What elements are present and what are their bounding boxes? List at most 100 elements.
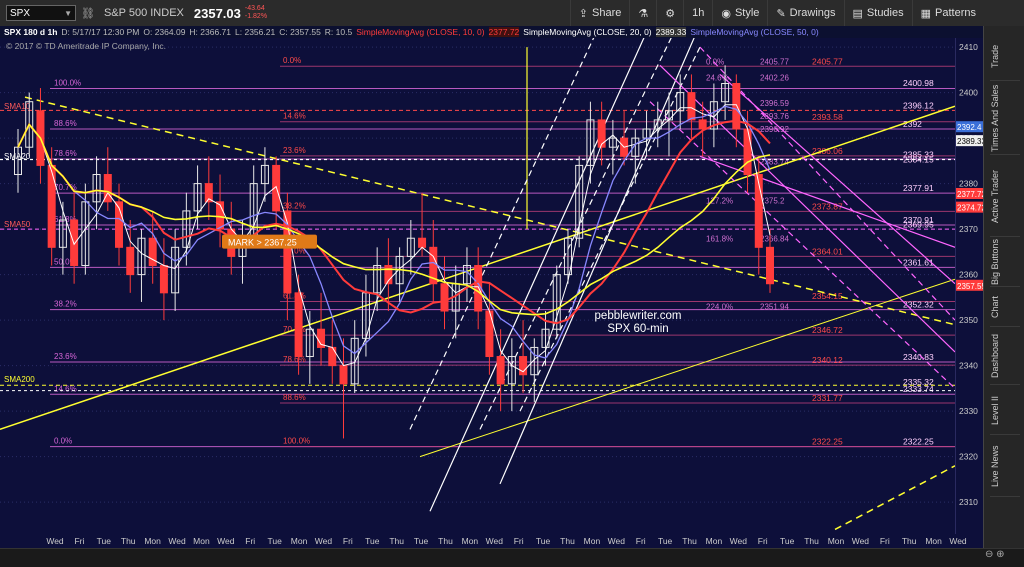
- symbol-description: S&P 500 INDEX: [103, 7, 184, 19]
- fib-value-pink: 2400.98: [903, 78, 934, 88]
- time-tick-label: Mon: [925, 536, 942, 546]
- price-axis-svg: 2310232023302340235023602370238023902400…: [956, 42, 986, 507]
- time-tick-label: Mon: [828, 536, 845, 546]
- annotation-text: pebblewriter.com: [595, 310, 682, 322]
- ma200-line: [17, 123, 771, 316]
- fib-value-red: 2354.15: [812, 291, 843, 301]
- sidebar-tab-dashboard[interactable]: Dashboard: [990, 328, 1020, 385]
- patterns-icon: ▦: [920, 7, 932, 20]
- price-axis[interactable]: 2310232023302340235023602370238023902400…: [955, 38, 986, 548]
- price-tick-label: 2310: [959, 497, 978, 507]
- candle-body: [687, 92, 696, 121]
- chevron-down-icon: ▼: [64, 8, 72, 18]
- time-tick-label: Wed: [949, 536, 967, 546]
- candle-body: [440, 283, 449, 312]
- price-marker-label: 2377.72: [957, 190, 984, 199]
- price-marker-label: 2357.55: [957, 282, 984, 291]
- sidebar-tab-level-ii[interactable]: Level II: [990, 386, 1020, 435]
- patterns-button[interactable]: ▦ Patterns: [911, 0, 984, 26]
- chart-info-bar: SPX 180 d 1h D: 5/17/17 12:30 PM O: 2364…: [0, 26, 983, 38]
- fib-value-red: 2364.01: [812, 246, 843, 256]
- patterns-label: Patterns: [935, 7, 976, 19]
- time-axis-svg: Wed Fri Tue Thu Mon Wed Mon Wed Fri Tue Mon Wed Fri T…: [46, 536, 967, 546]
- price-marker-label: 2389.33: [957, 137, 984, 146]
- drawings-button[interactable]: ✎ Drawings: [767, 0, 843, 26]
- fib-value-pink: 2377.91: [903, 183, 934, 193]
- share-label: Share: [592, 7, 622, 19]
- price-tick-label: 2370: [959, 224, 978, 234]
- time-tick-label: Fri: [758, 536, 768, 546]
- candle-body: [47, 164, 56, 248]
- info-sma10: SimpleMovingAvg (CLOSE, 10, 0): [356, 27, 485, 37]
- candle-body: [766, 246, 774, 285]
- ma-label: SMA10: [4, 102, 31, 111]
- time-tick-label: Tue: [267, 536, 282, 546]
- zoom-controls[interactable]: ⊖ ⊕: [985, 549, 1005, 560]
- time-tick-label: Wed: [486, 536, 504, 546]
- time-tick-label: Wed: [168, 536, 186, 546]
- fib-left-label: 0.0%: [54, 437, 72, 446]
- info-low: L: 2356.21: [235, 27, 276, 37]
- time-axis[interactable]: Wed Fri Tue Thu Mon Wed Mon Wed Fri Tue Mon Wed Fri T…: [0, 534, 983, 548]
- price-marker-label: 2392.4: [957, 123, 982, 132]
- info-sma20: SimpleMovingAvg (CLOSE, 20, 0): [523, 27, 652, 37]
- sidebar-tab-live-news[interactable]: Live News: [990, 436, 1020, 497]
- time-tick-label: Thu: [560, 536, 575, 546]
- fib-extension-label: 0.0%: [706, 57, 724, 66]
- studies-button[interactable]: ▤ Studies: [843, 0, 912, 26]
- time-tick-label: Wed: [315, 536, 333, 546]
- change-value: -43.64: [244, 5, 265, 12]
- time-tick-label: Fri: [514, 536, 524, 546]
- time-tick-label: Wed: [46, 536, 64, 546]
- change-percent: -1.82%: [244, 13, 268, 20]
- fib-left-label: 38.2%: [54, 300, 77, 309]
- trendline-lower: [834, 465, 956, 531]
- share-button[interactable]: ⇪ Share: [569, 0, 630, 26]
- fib-value-red: 2322.25: [812, 436, 843, 446]
- symbol-selector[interactable]: SPX ▼: [6, 5, 76, 21]
- candle-body: [597, 119, 606, 148]
- time-tick-label: Wed: [608, 536, 626, 546]
- sidebar-tab-big-buttons[interactable]: Big Buttons: [990, 238, 1020, 287]
- fib-mid-label: 38.2%: [283, 201, 306, 210]
- chart-plot-area[interactable]: 100.0% 88.6% 78.6% 70.7% 61.8% 50.0% 38.2% 23.6…: [0, 19, 956, 548]
- timeframe-button[interactable]: 1h: [683, 0, 712, 26]
- flask-button[interactable]: ⚗: [629, 0, 656, 26]
- price-tick-label: 2410: [959, 42, 978, 52]
- fib-extension-label: 2396.59: [760, 99, 789, 108]
- style-button[interactable]: ◉ Style: [712, 0, 767, 26]
- footer-bar: [0, 548, 1024, 567]
- time-tick-label: Tue: [536, 536, 551, 546]
- price-tick-label: 2340: [959, 361, 978, 371]
- time-tick-label: Tue: [97, 536, 112, 546]
- copyright-text: © 2017 © TD Ameritrade IP Company, Inc.: [6, 41, 166, 51]
- fib-left-label: 23.6%: [54, 352, 77, 361]
- drawings-label: Drawings: [789, 7, 836, 19]
- settings-button[interactable]: ⚙: [656, 0, 683, 26]
- time-tick-label: Mon: [462, 536, 479, 546]
- sidebar-tab-trade[interactable]: Trade: [990, 32, 1020, 81]
- info-sma50: SimpleMovingAvg (CLOSE, 50, 0): [690, 27, 819, 37]
- sidebar-tab-times-and-sales[interactable]: Times And Sales: [990, 82, 1020, 155]
- info-open: O: 2364.09: [143, 27, 186, 37]
- share-icon: ⇪: [578, 7, 588, 20]
- timeframe-label: 1h: [692, 7, 705, 19]
- fib-mid-label: 23.6%: [283, 146, 306, 155]
- white-channel-line: [409, 24, 601, 430]
- sidebar-tab-chart[interactable]: Chart: [990, 288, 1020, 327]
- candle-body: [126, 246, 135, 276]
- fib-mid-label: 100.0%: [283, 437, 310, 446]
- toolbar: SPX ▼ ⛓ S&P 500 INDEX 2357.03 -43.64 -1.…: [0, 0, 1024, 27]
- link-icon[interactable]: ⛓: [81, 7, 95, 20]
- sidebar-tab-active-trader[interactable]: Active Trader: [990, 156, 1020, 237]
- time-tick-label: Tue: [658, 536, 673, 546]
- time-tick-label: Tue: [780, 536, 795, 546]
- time-tick-label: Thu: [682, 536, 697, 546]
- time-tick-label: Wed: [730, 536, 748, 546]
- time-tick-label: Mon: [291, 536, 308, 546]
- info-sma20-value: 2389.33: [655, 27, 687, 37]
- fib-extension-label: 2405.77: [760, 57, 789, 66]
- annotation-text: SPX 60-min: [607, 323, 668, 335]
- price-marker-label: 2374.72: [957, 204, 984, 213]
- sma-long-line: [17, 119, 771, 325]
